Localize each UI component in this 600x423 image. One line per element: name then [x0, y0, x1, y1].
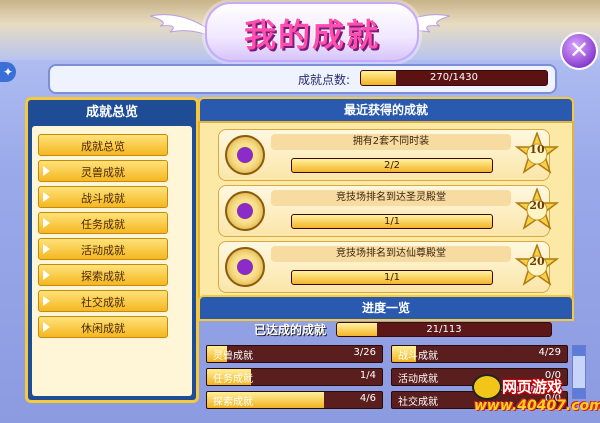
sidebar-item-label: 战斗成就	[81, 192, 125, 205]
category-name: 任务成就	[213, 374, 253, 385]
category-count: 3/26	[353, 347, 376, 358]
game-window: 我的成就 ✕ ✦ 成就点数: 270/1430 成就总览 成就总览 灵兽成就 战…	[0, 0, 600, 423]
sidebar-item-pet[interactable]: 灵兽成就	[38, 160, 168, 182]
achievement-progress: 1/1	[291, 214, 493, 229]
mascot-icon	[472, 374, 502, 400]
category-progress-row[interactable]: 探索成就 4/6	[206, 391, 383, 409]
watermark-url: www.40407.com	[474, 398, 600, 414]
scroll-up-button[interactable]	[573, 346, 585, 356]
achievement-progress-text: 2/2	[383, 160, 401, 171]
category-progress-row[interactable]: 灵兽成就 3/26	[206, 345, 383, 363]
sidebar-item-battle[interactable]: 战斗成就	[38, 186, 168, 208]
main-panel: 最近获得的成就 拥有2套不同时装 2/2 10 竞技场排名到达圣灵殿堂 1/1 …	[198, 97, 586, 409]
points-value: 270/1430	[430, 72, 478, 83]
sidebar-title: 成就总览	[85, 105, 138, 120]
achievement-name: 竞技场排名到达仙尊殿堂	[271, 246, 511, 262]
sidebar-item-label: 探索成就	[81, 270, 125, 283]
achievement-points: 20	[529, 255, 545, 268]
sidebar-item-quest[interactable]: 任务成就	[38, 212, 168, 234]
category-name: 战斗成就	[398, 351, 438, 362]
category-count: 4/6	[359, 393, 376, 404]
category-name: 灵兽成就	[213, 351, 253, 362]
achievement-progress-text: 1/1	[383, 272, 401, 283]
site-watermark: 网页游戏 www.40407.com	[470, 372, 600, 423]
category-progress-row[interactable]: 任务成就 1/4	[206, 368, 383, 386]
sidebar-item-social[interactable]: 社交成就	[38, 290, 168, 312]
achievement-progress-text: 1/1	[383, 216, 401, 227]
achievement-points: 10	[529, 143, 545, 156]
sidebar-item-label: 成就总览	[81, 140, 125, 153]
sidebar-list: 成就总览 灵兽成就 战斗成就 任务成就 活动成就 探索成就 社交成就 休闲成就	[32, 126, 192, 396]
progress-overview-title: 进度一览	[198, 295, 574, 321]
category-progress-row[interactable]: 战斗成就 4/29	[391, 345, 568, 363]
sidebar-item-label: 休闲成就	[81, 322, 125, 335]
sidebar-item-label: 活动成就	[81, 244, 125, 257]
category-count: 4/29	[538, 347, 561, 358]
sidebar-item-overview[interactable]: 成就总览	[38, 134, 168, 156]
completed-label: 已达成的成就	[254, 323, 327, 337]
star-icon[interactable]: ✦	[0, 62, 16, 82]
category-name: 社交成就	[398, 397, 438, 408]
sidebar-item-leisure[interactable]: 休闲成就	[38, 316, 168, 338]
recent-achievements-list: 拥有2套不同时装 2/2 10 竞技场排名到达圣灵殿堂 1/1 20 竞技场排名…	[198, 121, 574, 301]
title-plate: 我的成就	[205, 2, 419, 62]
sidebar-item-label: 社交成就	[81, 296, 125, 309]
achievement-progress: 1/1	[291, 270, 493, 285]
achievement-progress: 2/2	[291, 158, 493, 173]
category-name: 探索成就	[213, 397, 253, 408]
medal-icon	[225, 191, 265, 231]
points-progress: 270/1430	[360, 70, 548, 86]
achievement-name: 竞技场排名到达圣灵殿堂	[271, 190, 511, 206]
category-count: 1/4	[359, 370, 376, 381]
achievement-card[interactable]: 竞技场排名到达仙尊殿堂 1/1 20	[218, 241, 559, 293]
sidebar-item-event[interactable]: 活动成就	[38, 238, 168, 260]
completed-progress: 21/113	[336, 322, 552, 337]
close-button[interactable]: ✕	[560, 32, 598, 70]
watermark-main: 网页游戏	[502, 378, 563, 396]
sidebar-item-label: 灵兽成就	[81, 166, 125, 179]
points-label: 成就点数:	[298, 73, 351, 87]
window-title: 我的成就	[243, 16, 380, 54]
achievement-card[interactable]: 拥有2套不同时装 2/2 10	[218, 129, 559, 181]
sidebar: 成就总览 成就总览 灵兽成就 战斗成就 任务成就 活动成就 探索成就 社交成就 …	[25, 97, 199, 403]
left-wing-icon	[150, 14, 210, 37]
achievement-points: 20	[529, 199, 545, 212]
achievement-points-bar: 成就点数: 270/1430	[48, 64, 557, 94]
close-icon: ✕	[568, 36, 590, 64]
medal-icon	[225, 247, 265, 287]
sidebar-item-explore[interactable]: 探索成就	[38, 264, 168, 286]
recent-achievements-title: 最近获得的成就	[198, 97, 574, 123]
achievement-card[interactable]: 竞技场排名到达圣灵殿堂 1/1 20	[218, 185, 559, 237]
sidebar-item-label: 任务成就	[81, 218, 125, 231]
medal-icon	[225, 135, 265, 175]
completed-progress-text: 21/113	[426, 324, 462, 335]
achievement-name: 拥有2套不同时装	[271, 134, 511, 150]
category-name: 活动成就	[398, 374, 438, 385]
